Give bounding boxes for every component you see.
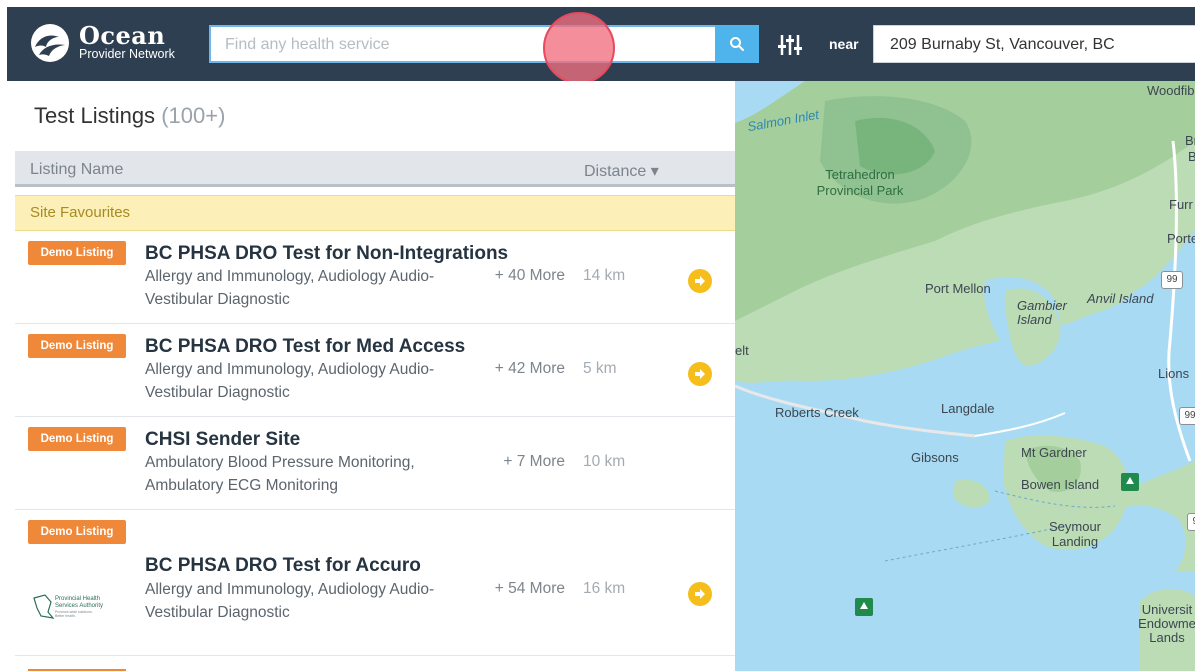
wave-logo-icon	[31, 24, 69, 62]
listing-name[interactable]: BC PHSA DRO Test for Med Access	[145, 336, 465, 358]
map-label-langdale: Langdale	[941, 401, 995, 416]
listing-distance: 5 km	[583, 360, 617, 377]
highway-shield: 99	[1187, 513, 1195, 531]
touch-indicator	[543, 12, 615, 84]
map-terrain	[735, 81, 1195, 671]
listing-services: Allergy and Immunology, Audiology Audio-…	[145, 268, 435, 308]
map-label-tetrahedron: Tetrahedron Provincial Park	[816, 167, 904, 198]
map-label-gibsons: Gibsons	[911, 450, 959, 465]
app-frame: Ocean Provider Network near	[7, 7, 1195, 671]
near-label: near	[829, 36, 859, 52]
arrow-right-icon	[695, 369, 705, 379]
search-input[interactable]	[223, 27, 707, 63]
arrow-right-icon	[695, 589, 705, 599]
search-box	[209, 25, 715, 63]
demo-listing-badge: Demo Listing	[28, 241, 126, 265]
highway-shield: 99	[1179, 407, 1195, 425]
listing-services: Ambulatory Blood Pressure Monitoring, Am…	[145, 454, 415, 494]
listing-name[interactable]: BC PHSA DRO Test for Non-Integrations	[145, 243, 508, 265]
svg-text:Provincial Health: Provincial Health	[55, 596, 100, 602]
highway-shield: 99	[1161, 271, 1183, 289]
map-label-seymour: Seymour Landing	[1048, 519, 1102, 549]
listing-name[interactable]: BC PHSA DRO Test for Accuro	[145, 555, 421, 577]
listing-title: Test Listings	[34, 103, 156, 128]
go-arrow-button[interactable]	[688, 582, 712, 606]
map-label-furr: Furr	[1169, 197, 1193, 212]
filter-sliders-icon[interactable]	[776, 31, 804, 59]
map-label-woodfibre: Woodfibr	[1147, 83, 1195, 98]
go-arrow-button[interactable]	[688, 269, 712, 293]
site-favourites-label: Site Favourites	[30, 204, 131, 221]
map-label-bowen: Bowen Island	[1021, 477, 1100, 492]
more-services-link[interactable]: + 7 More	[445, 453, 565, 471]
map-panel[interactable]: Salmon Inlet Woodfibr Tetrahedron Provin…	[735, 81, 1195, 671]
location-box	[873, 25, 1195, 64]
map-label-gambier: Gambier Island	[1017, 298, 1067, 327]
svg-text:Better health.: Better health.	[55, 614, 76, 618]
demo-listing-badge: Demo Listing	[28, 427, 126, 451]
logo-title: Ocean	[79, 20, 166, 50]
phsa-org-logo: Provincial Health Services Authority Pro…	[33, 594, 103, 619]
map-label-br: Br	[1185, 133, 1195, 148]
column-distance-sort[interactable]: Distance ▾	[584, 161, 659, 181]
ocean-logo[interactable]: Ocean Provider Network	[29, 23, 175, 63]
column-listing-name[interactable]: Listing Name	[30, 161, 123, 179]
listing-row[interactable]: Demo Listing BC PHSA DRO Test for Med Ac…	[15, 324, 735, 417]
map-label-port-mellon: Port Mellon	[925, 281, 991, 296]
listing-services: Allergy and Immunology, Audiology Audio-…	[145, 581, 435, 621]
page-title: Test Listings (100+)	[34, 103, 225, 129]
search-icon	[730, 37, 744, 51]
logo-subtitle: Provider Network	[79, 46, 175, 61]
location-input[interactable]	[888, 26, 1195, 64]
map-label-lions: Lions	[1158, 366, 1190, 381]
listing-services: Allergy and Immunology, Audiology Audio-…	[145, 361, 435, 401]
listing-distance: 16 km	[583, 580, 626, 597]
listing-distance: 10 km	[583, 453, 626, 470]
map-label-roberts-creek: Roberts Creek	[775, 405, 859, 420]
demo-listing-badge: Demo Listing	[28, 334, 126, 358]
demo-listing-badge: Demo Listing	[28, 520, 126, 544]
more-services-link[interactable]: + 54 More	[445, 580, 565, 598]
listing-row[interactable]: Demo Listing CHSI Sender Site Ambulatory…	[15, 417, 735, 510]
map-label-elt: elt	[735, 343, 749, 358]
listing-panel: Test Listings (100+) Listing Name Distan…	[15, 81, 735, 671]
more-services-link[interactable]: + 42 More	[445, 360, 565, 378]
search-button[interactable]	[715, 25, 759, 63]
listing-row[interactable]: Demo Listing BC PHSA DRO Test for Accuro…	[15, 510, 735, 656]
column-header: Listing Name Distance ▾	[15, 151, 735, 187]
svg-text:Services Authority: Services Authority	[55, 603, 103, 609]
map-label-porte: Porte	[1167, 231, 1195, 246]
listing-count: (100+)	[161, 103, 226, 128]
map-label-mt-gardner: Mt Gardner	[1021, 445, 1087, 460]
listing-row[interactable]: Demo Listing BC PHSA DRO Test for Non-In…	[15, 231, 735, 324]
go-arrow-button[interactable]	[688, 362, 712, 386]
site-favourites-bar[interactable]: Site Favourites	[15, 195, 735, 231]
more-services-link[interactable]: + 40 More	[445, 267, 565, 285]
map-label-anvil: Anvil Island	[1087, 291, 1154, 306]
listing-name[interactable]: CHSI Sender Site	[145, 429, 300, 451]
map-label-b: B	[1188, 149, 1195, 164]
map-label-university: Universit Endowme Lands	[1138, 602, 1195, 645]
arrow-right-icon	[695, 276, 705, 286]
listing-distance: 14 km	[583, 267, 626, 284]
